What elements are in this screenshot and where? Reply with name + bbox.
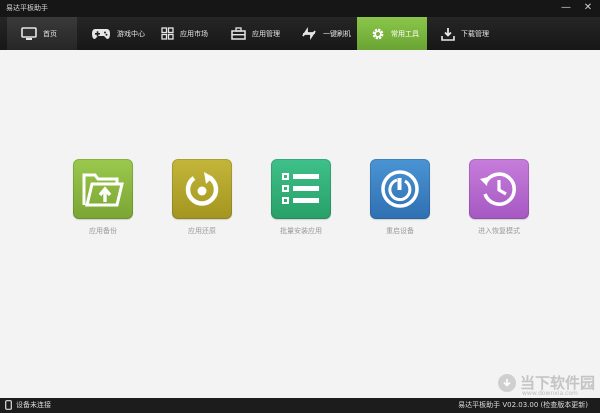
status-bar: 设备未连接 易达平板助手 V02.03.00 (检查版本更新) [0, 398, 600, 413]
tab-one-key-flash-label: 一键刷机 [323, 29, 351, 38]
toolbox-icon [231, 27, 246, 40]
tools-panel: 应用备份 应用还原 批量安装应用 重启设备 进入恢复模式 [0, 50, 600, 398]
batch-install-label: 批量安装应用 [280, 227, 322, 235]
gear-icon [372, 28, 384, 39]
power-icon [381, 170, 419, 208]
tool-app-restore[interactable]: 应用还原 [172, 159, 232, 236]
gamepad-icon [92, 28, 110, 39]
app-backup-label: 应用备份 [89, 227, 117, 235]
app-restore-tile[interactable] [172, 159, 232, 219]
main-nav: 首页 游戏中心 应用市场 应用管理 一键刷机 常用工具 下载管理 [0, 17, 600, 50]
app-backup-tile[interactable] [73, 159, 133, 219]
tab-app-market[interactable]: 应用市场 [147, 17, 217, 50]
tab-game-center-label: 游戏中心 [117, 29, 145, 38]
tools-grid: 应用备份 应用还原 批量安装应用 重启设备 进入恢复模式 [73, 159, 529, 236]
folder-upload-icon [82, 173, 124, 207]
close-button[interactable]: ✕ [582, 2, 594, 14]
monitor-icon [21, 26, 37, 40]
tab-app-market-label: 应用市场 [180, 29, 208, 38]
reboot-device-tile[interactable] [370, 159, 430, 219]
watermark-url: www.downxia.com [522, 390, 578, 397]
app-restore-label: 应用还原 [188, 227, 216, 235]
watermark-logo-icon [498, 373, 516, 392]
connection-status-text: 设备未连接 [16, 401, 51, 409]
minimize-button[interactable]: — [560, 2, 572, 14]
tab-common-tools[interactable]: 常用工具 [357, 17, 427, 50]
tool-recovery-mode[interactable]: 进入恢复模式 [469, 159, 529, 236]
tab-download-manage[interactable]: 下载管理 [427, 17, 497, 50]
connection-status: 设备未连接 [5, 400, 51, 410]
tab-home[interactable]: 首页 [7, 17, 77, 50]
tab-game-center[interactable]: 游戏中心 [77, 17, 147, 50]
version-check-link[interactable]: 易达平板助手 V02.03.00 (检查版本更新) [458, 400, 588, 410]
app-title: 易达平板助手 [6, 4, 48, 12]
recovery-mode-label: 进入恢复模式 [478, 227, 520, 235]
recovery-mode-tile[interactable] [469, 159, 529, 219]
device-icon [5, 400, 12, 410]
batch-install-tile[interactable] [271, 159, 331, 219]
flash-arrows-icon [302, 27, 316, 40]
tab-home-label: 首页 [43, 29, 57, 38]
restore-icon [185, 172, 219, 206]
title-bar: 易达平板助手 — ✕ [0, 0, 600, 17]
tool-reboot-device[interactable]: 重启设备 [370, 159, 430, 236]
app-grid-icon [161, 27, 174, 40]
tool-app-backup[interactable]: 应用备份 [73, 159, 133, 236]
window-controls: — ✕ [560, 2, 594, 14]
tab-one-key-flash[interactable]: 一键刷机 [287, 17, 357, 50]
download-icon [441, 27, 455, 41]
tab-download-manage-label: 下载管理 [461, 29, 489, 38]
tab-common-tools-label: 常用工具 [391, 29, 419, 38]
tab-app-manage[interactable]: 应用管理 [217, 17, 287, 50]
list-icon [282, 173, 319, 204]
tab-app-manage-label: 应用管理 [252, 29, 280, 38]
tool-batch-install[interactable]: 批量安装应用 [271, 159, 331, 236]
reboot-device-label: 重启设备 [386, 227, 414, 235]
history-clock-icon [480, 172, 516, 206]
